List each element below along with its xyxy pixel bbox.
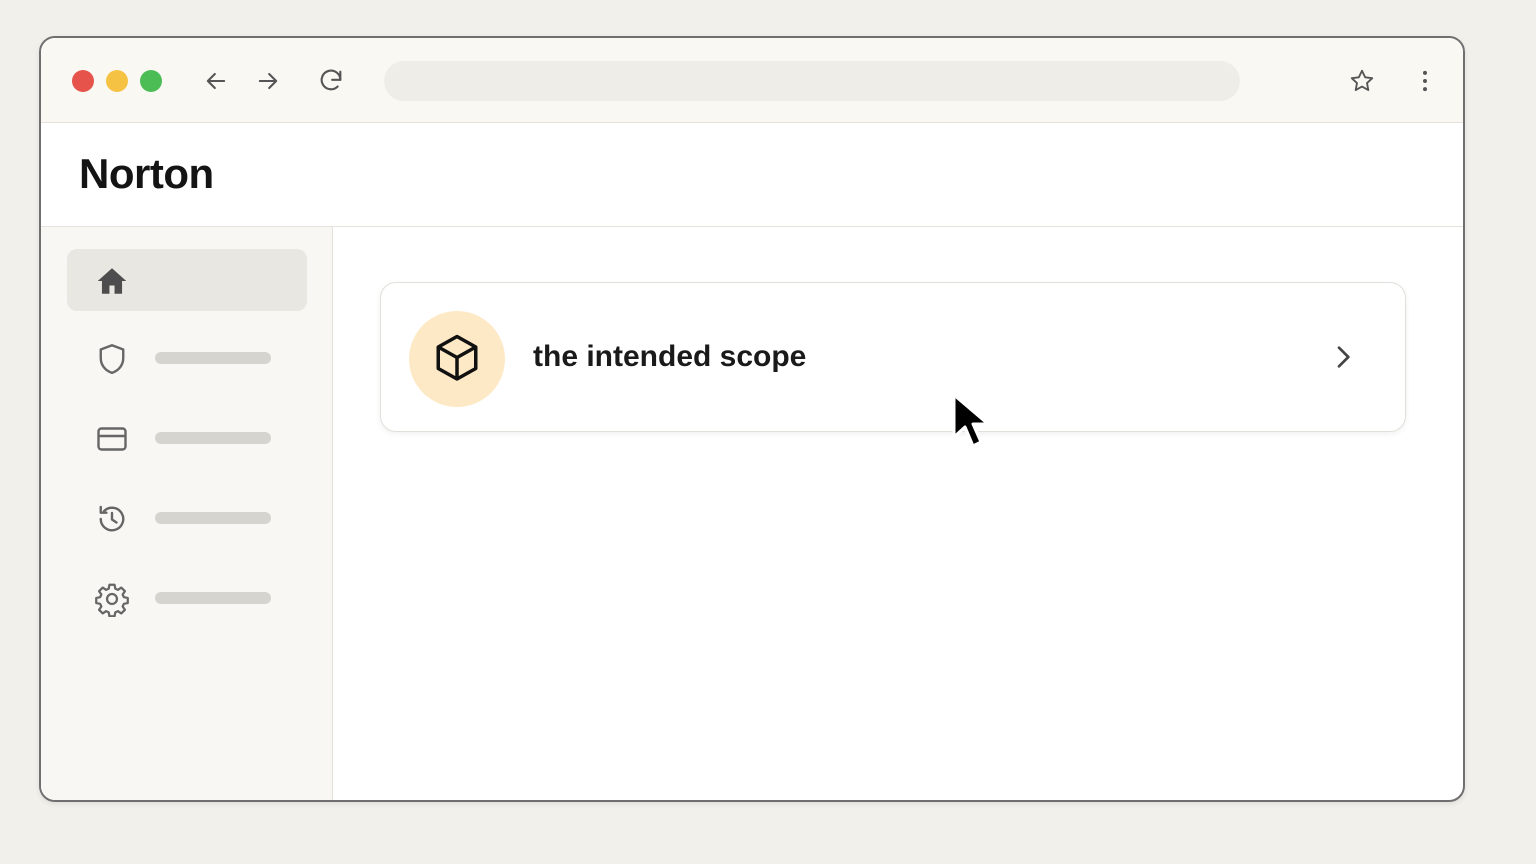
sidebar-item-settings[interactable] [67,567,307,629]
sidebar-item-label [155,432,271,444]
reload-icon [320,69,342,91]
box-icon [436,334,478,381]
sidebar-item-history[interactable] [67,487,307,549]
card-icon-badge [409,311,505,407]
more-vertical-icon [1423,70,1427,92]
sidebar-item-label [155,512,271,524]
close-window-button[interactable] [72,70,94,92]
mouse-cursor-icon [952,393,990,448]
address-bar[interactable] [384,61,1240,101]
scope-card[interactable]: the intended scope [380,282,1406,432]
home-icon [93,262,131,300]
card-label: the intended scope [533,340,807,373]
sidebar-item-label [155,352,271,364]
star-icon [1350,69,1374,92]
sidebar [41,227,333,800]
bookmark-button[interactable] [1344,63,1380,99]
arrow-left-icon [206,72,226,90]
maximize-window-button[interactable] [140,70,162,92]
shield-icon [93,340,131,378]
forward-button[interactable] [250,63,286,99]
chevron-right-icon [1325,339,1361,375]
credit-card-icon [93,420,131,458]
page-title: Norton [79,150,214,197]
sidebar-item-label [155,592,271,604]
browser-menu-button[interactable] [1407,63,1443,99]
back-button[interactable] [198,63,234,99]
sidebar-item-security[interactable] [67,327,307,389]
sidebar-item-billing[interactable] [67,407,307,469]
gear-icon [93,580,131,618]
reload-button[interactable] [313,63,349,99]
arrow-right-icon [258,72,278,90]
sidebar-item-home[interactable] [67,249,307,311]
minimize-window-button[interactable] [106,70,128,92]
history-icon [93,500,131,538]
browser-toolbar [41,38,1463,123]
app-header: Norton [41,123,1463,227]
browser-window: Norton the intended scope [39,36,1465,802]
